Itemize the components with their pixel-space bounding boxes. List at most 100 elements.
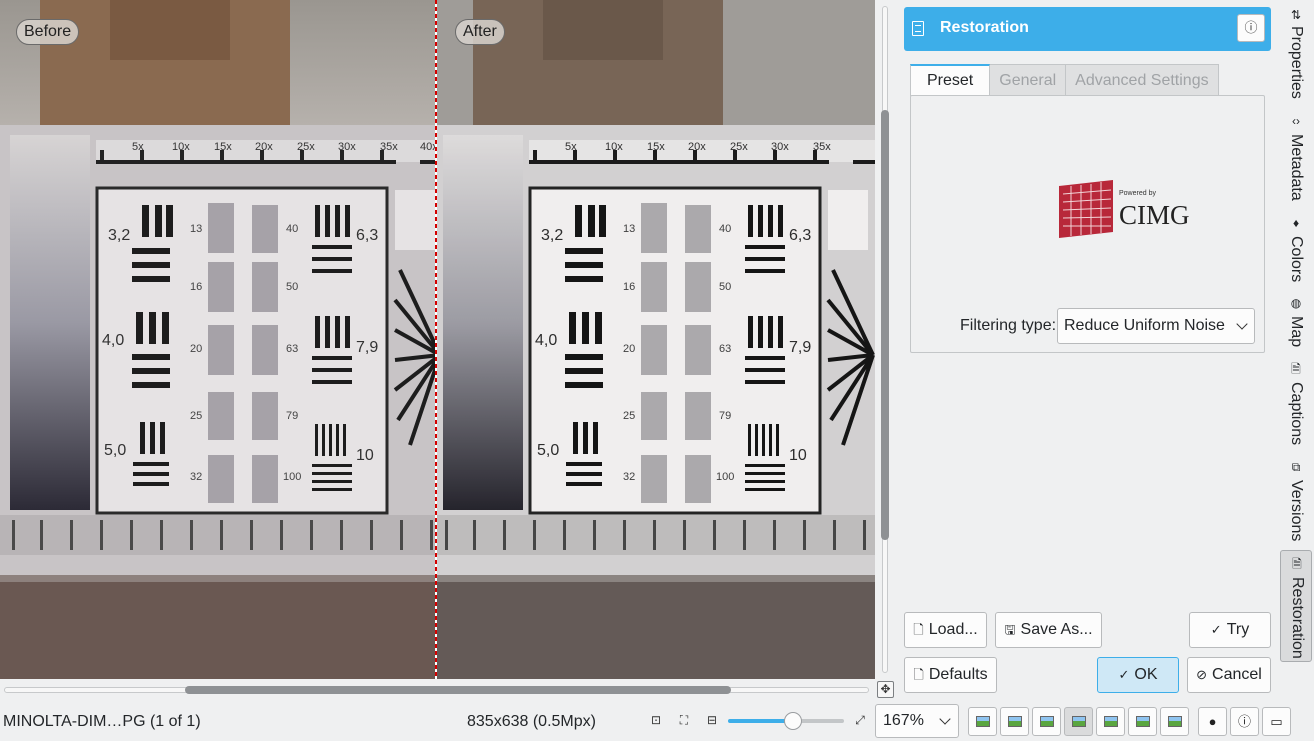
cancel-button-label: Cancel: [1212, 666, 1262, 683]
scrollbar-thumb[interactable]: [185, 686, 731, 694]
right-sidebar-tabs: ⇅ Properties ‹› Metadata ♦ Colors ◍ Map …: [1278, 0, 1314, 700]
ruler-label: 35x: [813, 141, 831, 153]
chart-number: 20: [623, 343, 635, 355]
check-icon: ✓: [1118, 667, 1130, 682]
chart-number: 100: [283, 471, 301, 483]
view-split-duplicate-horizontal-button[interactable]: [1096, 707, 1125, 736]
scrollbar-thumb[interactable]: [881, 110, 889, 540]
preview-horizontal-scrollbar[interactable]: [0, 680, 875, 700]
zoom-to-fit-window-icon[interactable]: ⛶: [677, 713, 691, 727]
ruler-label: 40x: [420, 141, 436, 153]
sidebar-tab-properties[interactable]: ⇅ Properties: [1280, 4, 1312, 104]
zoom-fit-icon[interactable]: ⊡: [649, 713, 663, 727]
image-preview[interactable]: 3,2 6,3 4,0 7,9 5,0 10 13 16 20 25 32 40…: [0, 0, 875, 679]
preview-vertical-scrollbar[interactable]: [876, 0, 896, 679]
chart-number: 50: [286, 281, 298, 293]
image-icon: [1136, 716, 1150, 727]
view-split-vertical-button[interactable]: [1000, 707, 1029, 736]
chart-number: 7,9: [356, 339, 378, 356]
ok-button[interactable]: ✓ OK: [1097, 657, 1179, 693]
filtering-type-select[interactable]: Reduce Uniform Noise: [1057, 308, 1255, 344]
save-icon: 🖫: [1004, 622, 1016, 637]
chart-number: 32: [190, 471, 202, 483]
versions-icon: ⧉: [1291, 460, 1301, 474]
view-split-horizontal-button[interactable]: [1032, 707, 1061, 736]
zoom-out-icon[interactable]: ⊟: [705, 713, 719, 727]
chart-number: 40: [286, 223, 298, 235]
resolution-chart-photo-filtered: 3,2 6,3 4,0 7,9 5,0 10 13 16 20 25 32 40…: [437, 0, 875, 679]
sidebar-tab-label: Colors: [1288, 236, 1305, 283]
navigate-icon[interactable]: ✥: [877, 681, 894, 698]
view-preview-button[interactable]: [1128, 707, 1157, 736]
view-split-duplicate-vertical-button[interactable]: [1064, 707, 1093, 736]
ruler-label: 25x: [730, 141, 748, 153]
sidebar-tab-metadata[interactable]: ‹› Metadata: [1280, 112, 1312, 208]
ruler-label: 35x: [380, 141, 398, 153]
restoration-panel: Restoration ⓘ Preset General Advanced Se…: [896, 0, 1278, 700]
ruler-label: 25x: [297, 141, 315, 153]
before-image: 3,2 6,3 4,0 7,9 5,0 10 13 16 20 25 32 40…: [0, 0, 436, 679]
settings-tabs: Preset General Advanced Settings: [910, 64, 1219, 96]
document-icon: 🗎: [1291, 362, 1301, 376]
sidebar-tab-restoration[interactable]: 🗎 Restoration: [1280, 550, 1312, 662]
file-name-label: MINOLTA-DIM…PG (1 of 1): [3, 713, 201, 730]
image-icon: [1072, 716, 1086, 727]
cancel-button[interactable]: ⊘ Cancel: [1187, 657, 1271, 693]
paint-icon: ♦: [1292, 216, 1300, 230]
image-icon: [1168, 716, 1182, 727]
ruler-label: 5x: [132, 141, 144, 153]
split-divider[interactable]: [435, 0, 437, 679]
chart-number: 25: [190, 410, 202, 422]
overexposure-indicator-button[interactable]: ⓘ: [1230, 707, 1259, 736]
after-label: After: [455, 19, 505, 45]
chart-number: 20: [190, 343, 202, 355]
zoom-level-select[interactable]: 167%: [875, 704, 959, 738]
load-button[interactable]: 🗋 Load...: [904, 612, 987, 648]
sidebar-tab-map[interactable]: ◍ Map: [1280, 296, 1312, 354]
chart-number: 3,2: [541, 227, 563, 244]
chart-number: 50: [719, 281, 731, 293]
chevron-down-icon: [1236, 318, 1248, 330]
chart-number: 16: [190, 281, 202, 293]
save-as-button[interactable]: 🖫 Save As...: [995, 612, 1102, 648]
view-original-button[interactable]: [968, 707, 997, 736]
tab-preset[interactable]: Preset: [910, 64, 991, 96]
sidebar-tab-label: Restoration: [1289, 577, 1306, 659]
sidebar-tab-label: Versions: [1288, 480, 1305, 542]
chart-number: 13: [623, 223, 635, 235]
status-bar: MINOLTA-DIM…PG (1 of 1) 835x638 (0.5Mpx)…: [0, 700, 1314, 741]
tab-advanced-settings[interactable]: Advanced Settings: [1066, 64, 1219, 96]
ruler-label: 5x: [565, 141, 577, 153]
chart-number: 79: [719, 410, 731, 422]
try-button[interactable]: ✓ Try: [1189, 612, 1271, 648]
panel-header: Restoration ⓘ: [904, 7, 1271, 51]
chart-number: 5,0: [104, 442, 126, 459]
before-label: Before: [16, 19, 80, 45]
defaults-button[interactable]: 🗋 Defaults: [904, 657, 997, 693]
cimg-logo: Powered by CIMG: [1059, 180, 1190, 238]
document-icon: 🗎: [1292, 557, 1302, 571]
color-managed-view-button[interactable]: ▭: [1262, 707, 1291, 736]
sidebar-tab-colors[interactable]: ♦ Colors: [1280, 214, 1312, 290]
zoom-level-value: 167%: [883, 712, 924, 729]
chart-number: 25: [623, 410, 635, 422]
sidebar-tab-versions[interactable]: ⧉ Versions: [1280, 458, 1312, 546]
after-image: 3,2 6,3 4,0 7,9 5,0 10 13 16 20 25 32 40…: [437, 0, 875, 679]
info-button[interactable]: ⓘ: [1237, 14, 1265, 42]
zoom-slider[interactable]: [728, 712, 844, 730]
chart-number: 10: [356, 447, 374, 464]
chart-number: 4,0: [102, 332, 124, 349]
view-mouse-over-button[interactable]: [1160, 707, 1189, 736]
ruler-label: 10x: [172, 141, 190, 153]
save-as-button-label: Save As...: [1020, 621, 1093, 638]
zoom-slider-handle[interactable]: [784, 712, 802, 730]
globe-icon: ◍: [1290, 296, 1302, 310]
try-button-label: Try: [1226, 621, 1250, 638]
info-icon: ⓘ: [1237, 714, 1251, 729]
sidebar-tab-label: Properties: [1288, 26, 1305, 99]
sidebar-tab-captions[interactable]: 🗎 Captions: [1280, 362, 1312, 450]
zoom-in-icon[interactable]: ⤢: [853, 713, 867, 727]
underexposure-indicator-button[interactable]: ●: [1198, 707, 1227, 736]
document-open-icon: 🗋: [913, 622, 924, 637]
tab-general[interactable]: General: [990, 64, 1067, 96]
